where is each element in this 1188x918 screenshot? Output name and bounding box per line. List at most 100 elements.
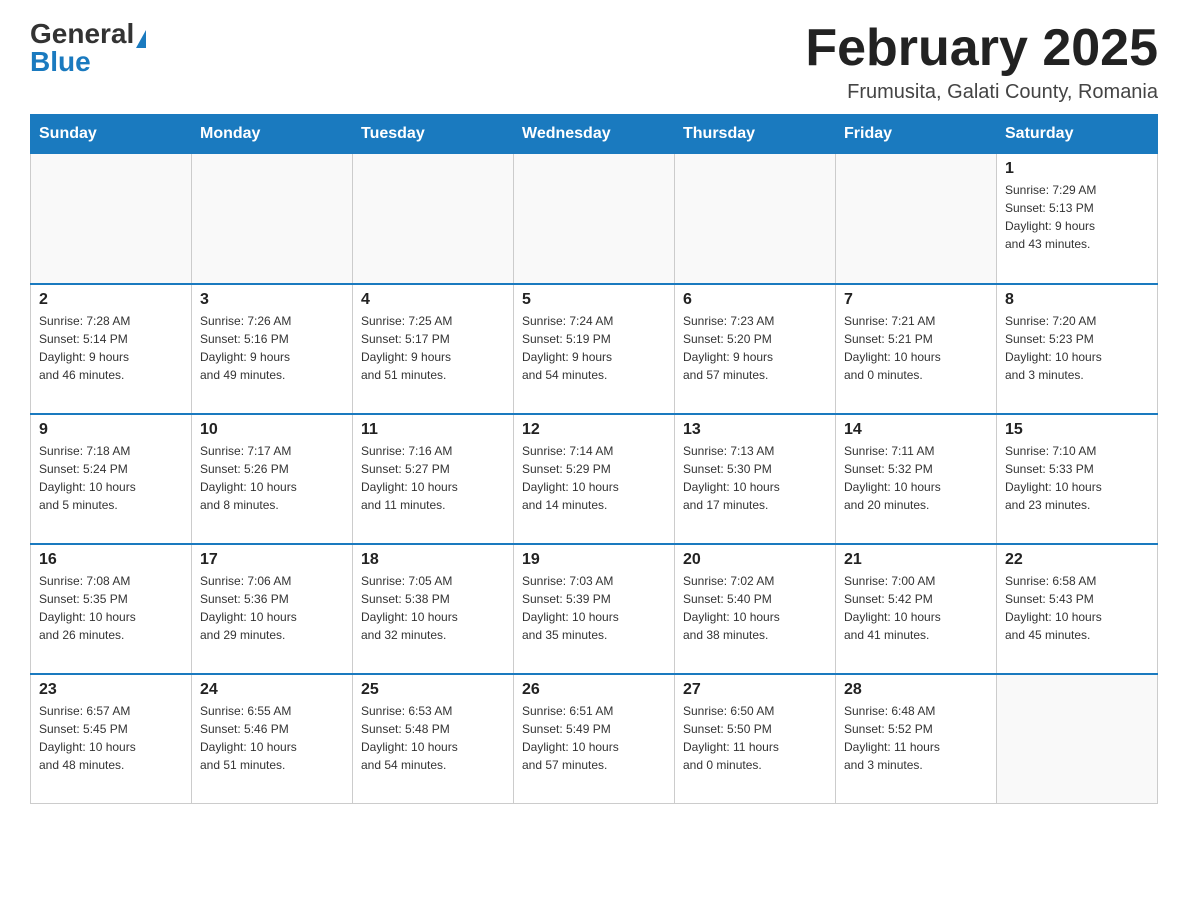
day-number: 19 — [522, 551, 666, 569]
day-number: 6 — [683, 291, 827, 309]
day-info: Sunrise: 6:48 AMSunset: 5:52 PMDaylight:… — [844, 702, 988, 774]
table-row — [31, 154, 192, 284]
day-info: Sunrise: 7:00 AMSunset: 5:42 PMDaylight:… — [844, 572, 988, 644]
day-info: Sunrise: 7:16 AMSunset: 5:27 PMDaylight:… — [361, 442, 505, 514]
table-row: 24 Sunrise: 6:55 AMSunset: 5:46 PMDayligh… — [192, 674, 353, 804]
day-number: 10 — [200, 421, 344, 439]
day-info: Sunrise: 6:58 AMSunset: 5:43 PMDaylight:… — [1005, 572, 1149, 644]
table-row: 28 Sunrise: 6:48 AMSunset: 5:52 PMDayligh… — [836, 674, 997, 804]
col-tuesday: Tuesday — [353, 115, 514, 154]
table-row: 20Sunrise: 7:02 AMSunset: 5:40 PMDayligh… — [675, 544, 836, 674]
table-row: 21 Sunrise: 7:00 AMSunset: 5:42 PMDayligh… — [836, 544, 997, 674]
calendar-table: Sunday Monday Tuesday Wednesday Thursday… — [30, 114, 1158, 804]
calendar-header-row: Sunday Monday Tuesday Wednesday Thursday… — [31, 115, 1158, 154]
day-info: Sunrise: 6:50 AMSunset: 5:50 PMDaylight:… — [683, 702, 827, 774]
calendar-week-row: 23 Sunrise: 6:57 AMSunset: 5:45 PMDayligh… — [31, 674, 1158, 804]
calendar-week-row: 16Sunrise: 7:08 AMSunset: 5:35 PMDayligh… — [31, 544, 1158, 674]
day-number: 17 — [200, 551, 344, 569]
day-number: 14 — [844, 421, 988, 439]
location: Frumusita, Galati County, Romania — [805, 81, 1158, 104]
day-number: 24 — [200, 681, 344, 699]
day-info: Sunrise: 6:53 AMSunset: 5:48 PMDaylight:… — [361, 702, 505, 774]
day-info: Sunrise: 7:14 AMSunset: 5:29 PMDaylight:… — [522, 442, 666, 514]
day-number: 23 — [39, 681, 183, 699]
day-info: Sunrise: 6:57 AMSunset: 5:45 PMDaylight:… — [39, 702, 183, 774]
table-row: 3 Sunrise: 7:26 AMSunset: 5:16 PMDaylight… — [192, 284, 353, 414]
day-info: Sunrise: 7:05 AMSunset: 5:38 PMDaylight:… — [361, 572, 505, 644]
day-number: 16 — [39, 551, 183, 569]
day-info: Sunrise: 7:28 AMSunset: 5:14 PMDaylight:… — [39, 312, 183, 384]
table-row: 23 Sunrise: 6:57 AMSunset: 5:45 PMDayligh… — [31, 674, 192, 804]
table-row: 7 Sunrise: 7:21 AMSunset: 5:21 PMDaylight… — [836, 284, 997, 414]
day-number: 26 — [522, 681, 666, 699]
table-row: 25 Sunrise: 6:53 AMSunset: 5:48 PMDayligh… — [353, 674, 514, 804]
day-number: 13 — [683, 421, 827, 439]
day-number: 27 — [683, 681, 827, 699]
table-row — [836, 154, 997, 284]
day-number: 1 — [1005, 160, 1149, 178]
day-number: 8 — [1005, 291, 1149, 309]
day-info: Sunrise: 7:06 AMSunset: 5:36 PMDaylight:… — [200, 572, 344, 644]
table-row: 22 Sunrise: 6:58 AMSunset: 5:43 PMDayligh… — [997, 544, 1158, 674]
day-info: Sunrise: 7:21 AMSunset: 5:21 PMDaylight:… — [844, 312, 988, 384]
table-row: 1 Sunrise: 7:29 AMSunset: 5:13 PMDaylight… — [997, 154, 1158, 284]
day-info: Sunrise: 7:24 AMSunset: 5:19 PMDaylight:… — [522, 312, 666, 384]
table-row: 19 Sunrise: 7:03 AMSunset: 5:39 PMDayligh… — [514, 544, 675, 674]
table-row: 26 Sunrise: 6:51 AMSunset: 5:49 PMDayligh… — [514, 674, 675, 804]
table-row — [514, 154, 675, 284]
day-info: Sunrise: 7:18 AMSunset: 5:24 PMDaylight:… — [39, 442, 183, 514]
day-info: Sunrise: 7:03 AMSunset: 5:39 PMDaylight:… — [522, 572, 666, 644]
table-row: 8 Sunrise: 7:20 AMSunset: 5:23 PMDaylight… — [997, 284, 1158, 414]
day-info: Sunrise: 7:25 AMSunset: 5:17 PMDaylight:… — [361, 312, 505, 384]
table-row: 9 Sunrise: 7:18 AMSunset: 5:24 PMDaylight… — [31, 414, 192, 544]
col-friday: Friday — [836, 115, 997, 154]
day-number: 22 — [1005, 551, 1149, 569]
day-info: Sunrise: 7:29 AMSunset: 5:13 PMDaylight:… — [1005, 181, 1149, 253]
logo-general-text: General — [30, 18, 134, 49]
table-row: 11 Sunrise: 7:16 AMSunset: 5:27 PMDayligh… — [353, 414, 514, 544]
table-row: 17 Sunrise: 7:06 AMSunset: 5:36 PMDayligh… — [192, 544, 353, 674]
table-row: 13 Sunrise: 7:13 AMSunset: 5:30 PMDayligh… — [675, 414, 836, 544]
calendar-week-row: 9 Sunrise: 7:18 AMSunset: 5:24 PMDaylight… — [31, 414, 1158, 544]
logo: General Blue — [30, 20, 146, 76]
table-row: 16Sunrise: 7:08 AMSunset: 5:35 PMDayligh… — [31, 544, 192, 674]
table-row: 10 Sunrise: 7:17 AMSunset: 5:26 PMDayligh… — [192, 414, 353, 544]
calendar-week-row: 1 Sunrise: 7:29 AMSunset: 5:13 PMDaylight… — [31, 154, 1158, 284]
day-number: 7 — [844, 291, 988, 309]
table-row: 2Sunrise: 7:28 AMSunset: 5:14 PMDaylight… — [31, 284, 192, 414]
col-saturday: Saturday — [997, 115, 1158, 154]
day-number: 21 — [844, 551, 988, 569]
day-info: Sunrise: 7:02 AMSunset: 5:40 PMDaylight:… — [683, 572, 827, 644]
day-number: 18 — [361, 551, 505, 569]
day-number: 9 — [39, 421, 183, 439]
day-info: Sunrise: 7:17 AMSunset: 5:26 PMDaylight:… — [200, 442, 344, 514]
table-row — [675, 154, 836, 284]
table-row — [192, 154, 353, 284]
day-number: 25 — [361, 681, 505, 699]
logo-triangle-icon — [136, 30, 146, 48]
page-header: General Blue February 2025 Frumusita, Ga… — [30, 20, 1158, 104]
day-info: Sunrise: 6:55 AMSunset: 5:46 PMDaylight:… — [200, 702, 344, 774]
day-info: Sunrise: 7:10 AMSunset: 5:33 PMDaylight:… — [1005, 442, 1149, 514]
day-info: Sunrise: 7:13 AMSunset: 5:30 PMDaylight:… — [683, 442, 827, 514]
day-number: 11 — [361, 421, 505, 439]
day-info: Sunrise: 7:26 AMSunset: 5:16 PMDaylight:… — [200, 312, 344, 384]
day-number: 3 — [200, 291, 344, 309]
day-info: Sunrise: 7:20 AMSunset: 5:23 PMDaylight:… — [1005, 312, 1149, 384]
col-sunday: Sunday — [31, 115, 192, 154]
day-info: Sunrise: 7:23 AMSunset: 5:20 PMDaylight:… — [683, 312, 827, 384]
day-info: Sunrise: 7:11 AMSunset: 5:32 PMDaylight:… — [844, 442, 988, 514]
calendar-week-row: 2Sunrise: 7:28 AMSunset: 5:14 PMDaylight… — [31, 284, 1158, 414]
col-monday: Monday — [192, 115, 353, 154]
day-number: 15 — [1005, 421, 1149, 439]
logo-blue-text: Blue — [30, 46, 91, 77]
table-row — [353, 154, 514, 284]
table-row: 5Sunrise: 7:24 AMSunset: 5:19 PMDaylight… — [514, 284, 675, 414]
table-row: 15 Sunrise: 7:10 AMSunset: 5:33 PMDayligh… — [997, 414, 1158, 544]
day-number: 4 — [361, 291, 505, 309]
month-title: February 2025 — [805, 20, 1158, 77]
day-info: Sunrise: 6:51 AMSunset: 5:49 PMDaylight:… — [522, 702, 666, 774]
title-block: February 2025 Frumusita, Galati County, … — [805, 20, 1158, 104]
table-row: 14 Sunrise: 7:11 AMSunset: 5:32 PMDayligh… — [836, 414, 997, 544]
day-number: 28 — [844, 681, 988, 699]
